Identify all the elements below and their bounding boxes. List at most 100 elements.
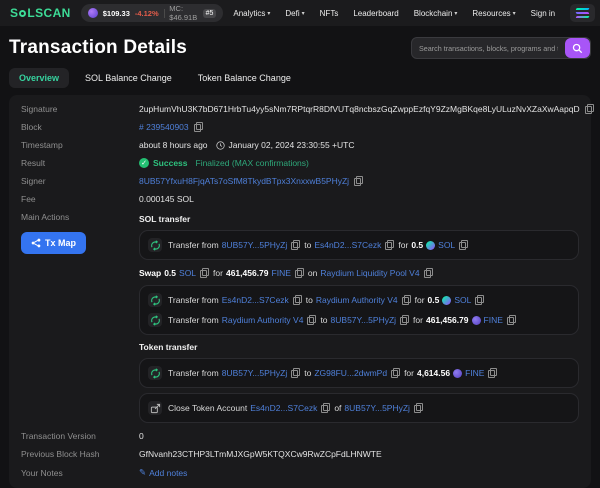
transfer-amount: 0.5 bbox=[411, 240, 423, 250]
field-row-fee: Fee 0.000145 SOL bbox=[21, 190, 579, 208]
token-transfer-card: Transfer from 8UB57Y...5PHyZj to ZG98FU.… bbox=[139, 358, 579, 388]
copy-icon[interactable] bbox=[488, 368, 497, 378]
token-link[interactable]: SOL bbox=[438, 240, 455, 250]
account-link[interactable]: Es4nD2...S7Cezk bbox=[250, 403, 317, 413]
clock-icon bbox=[216, 141, 225, 150]
rank-badge: #5 bbox=[203, 9, 217, 18]
tab-sol-balance-change[interactable]: SOL Balance Change bbox=[75, 68, 182, 88]
nav-resources[interactable]: Resources▾ bbox=[472, 9, 515, 18]
copy-icon[interactable] bbox=[307, 315, 316, 325]
token-link[interactable]: FINE bbox=[465, 368, 484, 378]
transfer-amount: 4,614.56 bbox=[417, 368, 450, 378]
to-address-link[interactable]: Raydium Authority V4 bbox=[316, 295, 398, 305]
copy-icon[interactable] bbox=[291, 368, 300, 378]
prev-block-hash-value: GfNvanh23CTHP3LTmMJXGpW5KTQXCw9RwZCpFdLH… bbox=[139, 449, 382, 459]
nav-analytics[interactable]: Analytics▾ bbox=[233, 9, 270, 18]
transfer-row: Transfer from Raydium Authority V4 to 8U… bbox=[148, 310, 570, 330]
field-label: Block bbox=[21, 122, 139, 132]
copy-icon[interactable] bbox=[400, 315, 409, 325]
sol-transfer-title: SOL transfer bbox=[139, 212, 579, 228]
solana-menu-button[interactable] bbox=[570, 4, 595, 22]
copy-icon[interactable] bbox=[414, 403, 423, 413]
owner-address-link[interactable]: 8UB57Y...5PHyZj bbox=[344, 403, 410, 413]
tab-overview[interactable]: Overview bbox=[9, 68, 69, 88]
tab-token-balance-change[interactable]: Token Balance Change bbox=[188, 68, 301, 88]
copy-icon[interactable] bbox=[507, 315, 516, 325]
close-account-card: Close Token Account Es4nD2...S7Cezk of 8… bbox=[139, 393, 579, 423]
sol-coin-icon bbox=[88, 8, 98, 18]
copy-icon[interactable] bbox=[321, 403, 330, 413]
field-label: Result bbox=[21, 158, 139, 168]
field-row-timestamp: Timestamp about 8 hours ago January 02, … bbox=[21, 136, 579, 154]
field-row-notes: Your Notes ✎Add notes bbox=[21, 463, 579, 482]
to-address-link[interactable]: Es4nD2...S7Cezk bbox=[314, 240, 381, 250]
copy-icon[interactable] bbox=[194, 122, 203, 132]
result-confirmation: Finalized (MAX confirmations) bbox=[196, 158, 309, 168]
topbar: SLSCAN $109.33 -4.12% MC: $46.91B #5 Ana… bbox=[0, 0, 600, 26]
pool-link[interactable]: Raydium Liquidity Pool V4 bbox=[320, 268, 419, 278]
from-address-link[interactable]: 8UB57Y...5PHyZj bbox=[222, 368, 288, 378]
nav-blockchain[interactable]: Blockchain▾ bbox=[414, 9, 458, 18]
copy-icon[interactable] bbox=[200, 268, 209, 278]
transfer-text: for bbox=[398, 240, 408, 250]
swap-amount-in: 0.5 bbox=[164, 268, 176, 278]
field-label: Timestamp bbox=[21, 140, 139, 150]
tx-map-button[interactable]: Tx Map bbox=[21, 232, 86, 254]
swap-circle-icon bbox=[148, 366, 162, 380]
solana-logo-bar bbox=[576, 8, 590, 10]
transfer-row: Transfer from 8UB57Y...5PHyZj to ZG98FU.… bbox=[148, 363, 570, 383]
to-address-link[interactable]: ZG98FU...2dwmPd bbox=[314, 368, 387, 378]
copy-icon[interactable] bbox=[385, 240, 394, 250]
from-address-link[interactable]: Es4nD2...S7Cezk bbox=[222, 295, 289, 305]
copy-icon[interactable] bbox=[585, 104, 594, 114]
token-link[interactable]: SOL bbox=[179, 268, 196, 278]
nav-defi[interactable]: Defi▾ bbox=[285, 9, 304, 18]
copy-icon[interactable] bbox=[295, 268, 304, 278]
field-label: Main Actions Tx Map bbox=[21, 212, 139, 254]
to-address-link[interactable]: 8UB57Y...5PHyZj bbox=[331, 315, 397, 325]
page-content: Transaction Details Overview SOL Balance… bbox=[0, 37, 600, 488]
signer-address-link[interactable]: 8UB57YfxuH8FjqATs7oSfM8TkydBTpx3XnxxwB5P… bbox=[139, 176, 349, 186]
block-link[interactable]: # 239540903 bbox=[139, 122, 189, 132]
transfer-text: for bbox=[413, 315, 423, 325]
solana-logo-bar bbox=[576, 12, 590, 14]
swap-circle-icon bbox=[148, 313, 162, 327]
token-transfer-title: Token transfer bbox=[139, 340, 579, 356]
copy-icon[interactable] bbox=[402, 295, 411, 305]
token-link[interactable]: FINE bbox=[484, 315, 503, 325]
close-account-icon bbox=[148, 401, 162, 415]
close-account-text: of bbox=[334, 403, 341, 413]
copy-icon[interactable] bbox=[291, 240, 300, 250]
search-input[interactable] bbox=[412, 38, 565, 58]
fine-token-icon bbox=[472, 316, 481, 325]
field-row-signature: Signature 2upHumVhU3K7bD671HrbTu4yy5sNm7… bbox=[21, 100, 579, 118]
copy-icon[interactable] bbox=[424, 268, 433, 278]
version-value: 0 bbox=[139, 431, 144, 441]
copy-icon[interactable] bbox=[354, 176, 363, 186]
chevron-down-icon: ▾ bbox=[267, 10, 270, 17]
swap-summary-row: Swap 0.5 SOL for 461,456.79 FINE on Rayd… bbox=[139, 265, 579, 283]
token-link[interactable]: FINE bbox=[272, 268, 291, 278]
copy-icon[interactable] bbox=[293, 295, 302, 305]
sol-price-change: -4.12% bbox=[135, 9, 159, 18]
field-row-main-actions: Main Actions Tx Map SOL transfer Transfe… bbox=[21, 208, 579, 427]
transfer-row: Transfer from 8UB57Y...5PHyZj to Es4nD2.… bbox=[148, 235, 570, 255]
pill-divider bbox=[164, 9, 165, 18]
page-title: Transaction Details bbox=[9, 37, 187, 59]
solscan-logo[interactable]: SLSCAN bbox=[10, 6, 71, 20]
transfer-text: Transfer from bbox=[168, 368, 219, 378]
sol-price-pill[interactable]: $109.33 -4.12% MC: $46.91B #5 bbox=[81, 4, 224, 22]
copy-icon[interactable] bbox=[475, 295, 484, 305]
nav-sign-in[interactable]: Sign in bbox=[531, 9, 555, 18]
copy-icon[interactable] bbox=[391, 368, 400, 378]
transfer-text: for bbox=[404, 368, 414, 378]
transfer-amount: 461,456.79 bbox=[426, 315, 469, 325]
nav-nfts[interactable]: NFTs bbox=[320, 9, 339, 18]
copy-icon[interactable] bbox=[459, 240, 468, 250]
from-address-link[interactable]: Raydium Authority V4 bbox=[222, 315, 304, 325]
add-notes-link[interactable]: ✎Add notes bbox=[139, 467, 187, 478]
search-button[interactable] bbox=[565, 38, 590, 58]
nav-leaderboard[interactable]: Leaderboard bbox=[353, 9, 398, 18]
token-link[interactable]: SOL bbox=[454, 295, 471, 305]
from-address-link[interactable]: 8UB57Y...5PHyZj bbox=[222, 240, 288, 250]
